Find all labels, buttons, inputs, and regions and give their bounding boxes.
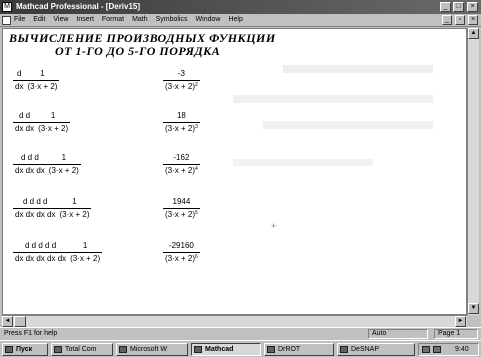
function-fraction: 1 (3·x + 2)	[57, 197, 92, 219]
doc-close-button[interactable]: ×	[468, 15, 478, 25]
derivative-expression[interactable]: d dx 1 (3·x + 2)	[13, 69, 60, 92]
crosshair-cursor-icon: +	[271, 221, 277, 231]
menu-symbolics[interactable]: Symbolics	[156, 16, 188, 23]
status-mode: Auto	[368, 329, 428, 339]
taskbar-item-total-com[interactable]: Total Com	[51, 343, 113, 356]
scroll-down-icon[interactable]: ▼	[468, 303, 479, 314]
taskbar-item-desnap[interactable]: DeSNAP	[337, 343, 415, 356]
app-icon	[54, 346, 62, 353]
faded-region	[263, 121, 433, 129]
menu-window[interactable]: Window	[196, 16, 221, 23]
faded-region	[283, 65, 433, 73]
mathcad-window: M Mathcad Professional - [Deriv15] _ □ ×…	[0, 0, 481, 357]
tray-icon[interactable]	[422, 346, 430, 353]
menu-help[interactable]: Help	[228, 16, 242, 23]
tray-icon[interactable]	[433, 346, 441, 353]
vertical-scrollbar[interactable]: ▲ ▼	[467, 28, 479, 315]
function-fraction: 1 (3·x + 2)	[36, 111, 71, 133]
menu-insert[interactable]: Insert	[76, 16, 94, 23]
status-page: Page 1	[434, 329, 478, 339]
taskbar-item-word[interactable]: Microsoft W	[116, 343, 188, 356]
derivative-expression[interactable]: d d d dx dx dx 1 (3·x + 2)	[13, 153, 81, 176]
mathcad-app-icon[interactable]: M	[2, 2, 12, 12]
function-fraction: 1 (3·x + 2)	[46, 153, 81, 175]
status-bar: Press F1 for help Auto Page 1	[0, 327, 481, 339]
horizontal-scroll-thumb[interactable]	[14, 316, 26, 327]
derivative-result[interactable]: -29160 (3·x + 2)6	[163, 241, 200, 264]
menu-format[interactable]: Format	[102, 16, 124, 23]
app-icon	[194, 346, 202, 353]
windows-logo-icon	[5, 346, 13, 353]
scroll-left-icon[interactable]: ◄	[2, 316, 13, 327]
menu-math[interactable]: Math	[132, 16, 148, 23]
doc-restore-button[interactable]: ▫	[455, 15, 465, 25]
start-button[interactable]: Пуск	[2, 343, 48, 356]
clock[interactable]: 9:40	[455, 344, 469, 355]
derivative-operator: d dx	[13, 69, 26, 91]
derivative-result[interactable]: -162 (3·x + 2)4	[163, 153, 200, 176]
worksheet[interactable]: ВЫЧИСЛЕНИЕ ПРОИЗВОДНЫХ ФУНКЦИИ ОТ 1-ГО Д…	[2, 28, 467, 315]
faded-region	[233, 159, 373, 166]
derivative-expression[interactable]: d d d d dx dx dx dx 1 (3·x + 2)	[13, 197, 92, 220]
document-icon[interactable]	[2, 16, 11, 25]
scroll-up-icon[interactable]: ▲	[468, 28, 479, 39]
derivative-expression[interactable]: d d d d d dx dx dx dx dx 1 (3·x + 2)	[13, 241, 103, 264]
heading-line-2: ОТ 1-ГО ДО 5-ГО ПОРЯДКА	[55, 44, 221, 58]
taskbar-item-mathcad[interactable]: Mathcad	[191, 343, 261, 356]
derivative-operator: d d d d dx dx dx dx	[13, 197, 58, 219]
menu-list: File Edit View Insert Format Math Symbol…	[14, 16, 243, 23]
window-title: Mathcad Professional - [Deriv15]	[16, 2, 141, 11]
menu-edit[interactable]: Edit	[33, 16, 45, 23]
taskbar-item-drrot[interactable]: DrROT	[264, 343, 334, 356]
title-bar[interactable]: M Mathcad Professional - [Deriv15] _ □ ×	[0, 0, 481, 14]
taskbar: Пуск Total Com Microsoft W Mathcad DrROT…	[0, 340, 481, 357]
derivative-expression[interactable]: d d dx dx 1 (3·x + 2)	[13, 111, 71, 134]
status-help-text: Press F1 for help	[4, 330, 58, 337]
maximize-button[interactable]: □	[453, 2, 464, 12]
menu-bar: File Edit View Insert Format Math Symbol…	[0, 14, 481, 27]
close-button[interactable]: ×	[467, 2, 478, 12]
function-fraction: 1 (3·x + 2)	[68, 241, 103, 263]
scroll-right-icon[interactable]: ►	[455, 316, 466, 327]
menu-file[interactable]: File	[14, 16, 25, 23]
derivative-operator: d d dx dx	[13, 111, 37, 133]
horizontal-scrollbar[interactable]: ◄ ►	[2, 315, 467, 327]
doc-minimize-button[interactable]: _	[442, 15, 452, 25]
derivative-result[interactable]: -3 (3·x + 2)2	[163, 69, 200, 92]
app-icon	[340, 346, 348, 353]
derivative-operator: d d d dx dx dx	[13, 153, 47, 175]
function-fraction: 1 (3·x + 2)	[25, 69, 60, 91]
derivative-result[interactable]: 18 (3·x + 2)3	[163, 111, 200, 134]
app-icon	[267, 346, 275, 353]
system-tray: 9:40	[418, 343, 479, 356]
derivative-operator: d d d d d dx dx dx dx dx	[13, 241, 69, 263]
app-icon	[119, 346, 127, 353]
minimize-button[interactable]: _	[440, 2, 451, 12]
derivative-result[interactable]: 1944 (3·x + 2)5	[163, 197, 200, 220]
menu-view[interactable]: View	[53, 16, 68, 23]
faded-region	[233, 95, 433, 103]
